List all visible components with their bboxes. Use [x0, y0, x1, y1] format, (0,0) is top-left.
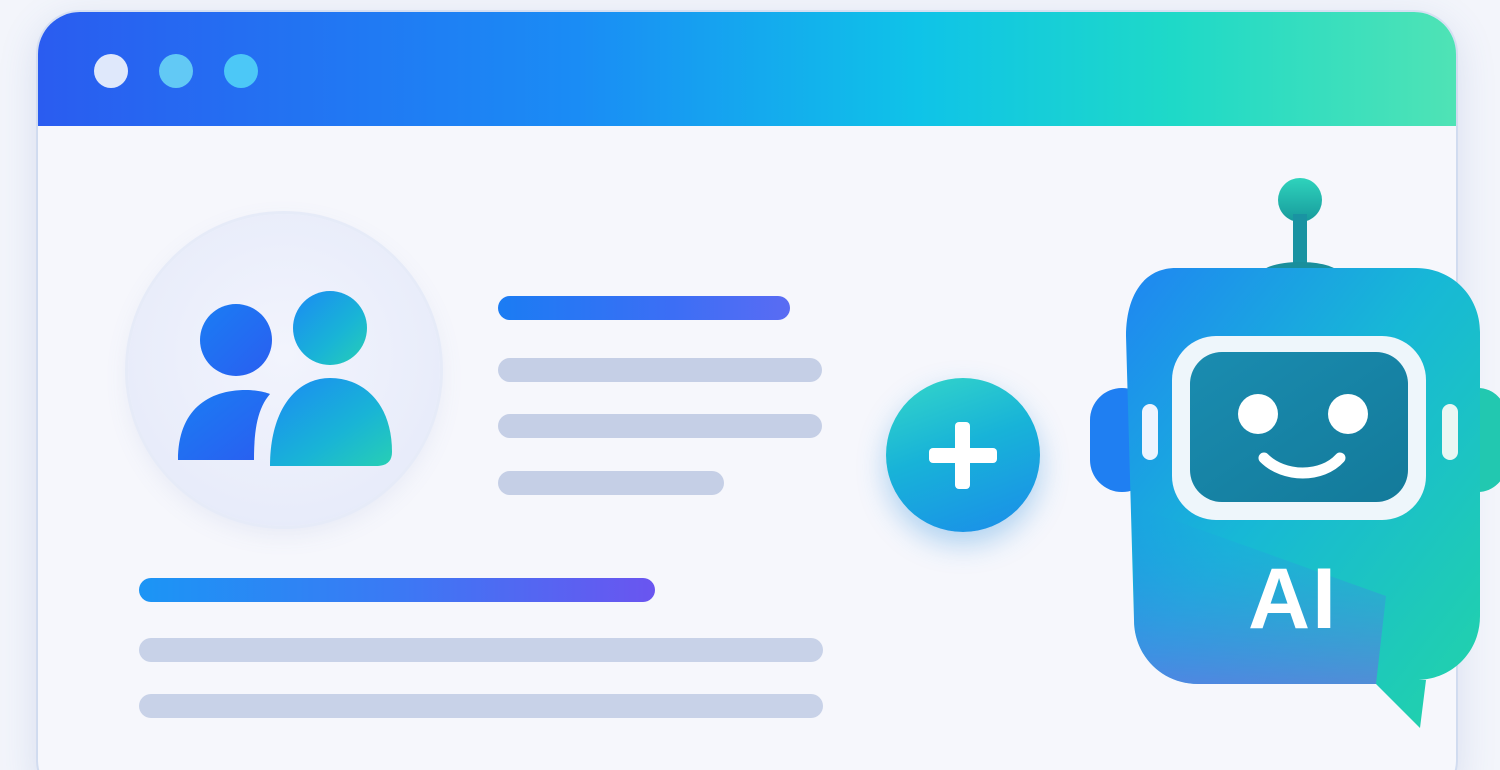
- robot-icon: [1090, 178, 1500, 728]
- window-close-dot[interactable]: [94, 54, 128, 88]
- window-maximize-dot[interactable]: [224, 54, 258, 88]
- content-line-bar: [139, 638, 823, 662]
- stage: AI: [0, 0, 1500, 770]
- profile-name-bar: [498, 296, 790, 320]
- content-line-bar: [139, 694, 823, 718]
- add-button[interactable]: [886, 378, 1040, 532]
- profile-detail-bar: [498, 358, 822, 382]
- section-heading-bar: [139, 578, 655, 602]
- plus-icon: [929, 422, 997, 489]
- window-titlebar: [38, 12, 1456, 126]
- ai-label: AI: [1248, 551, 1338, 647]
- profile-detail-bar: [498, 471, 724, 495]
- users-icon: [178, 291, 392, 466]
- profile-avatar: [128, 214, 440, 526]
- ai-assistant[interactable]: AI: [1086, 176, 1500, 736]
- profile-detail-bar: [498, 414, 822, 438]
- window-minimize-dot[interactable]: [159, 54, 193, 88]
